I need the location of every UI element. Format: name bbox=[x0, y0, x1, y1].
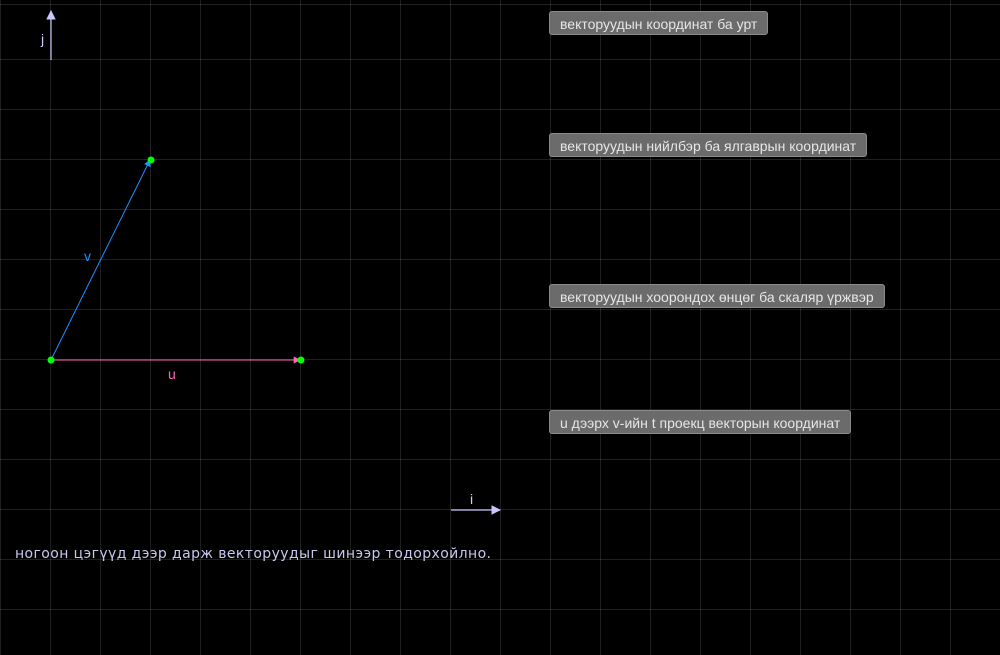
vector-v-label: v bbox=[84, 248, 91, 264]
j-axis-label: j bbox=[40, 31, 44, 47]
coord-length-button[interactable]: векторуудын координат ба урт bbox=[549, 11, 769, 35]
projection-button[interactable]: u дээрх v-ийн t проекц векторын координа… bbox=[549, 410, 852, 434]
vector-canvas[interactable]: j i u v векторуудын координат ба урт век… bbox=[0, 0, 1000, 655]
origin-point[interactable] bbox=[47, 356, 55, 364]
i-axis-label: i bbox=[470, 491, 473, 507]
angle-scalar-button[interactable]: векторуудын хоорондох өнцөг ба скаляр үр… bbox=[549, 284, 885, 308]
instruction-text: ногоон цэгүүд дээр дарж векторуудыг шинэ… bbox=[15, 546, 492, 562]
vector-v-line bbox=[50, 159, 151, 361]
vector-v-tip-handle[interactable] bbox=[147, 156, 155, 164]
vector-u-tip-handle[interactable] bbox=[297, 356, 305, 364]
sum-diff-button[interactable]: векторуудын нийлбэр ба ялгаврын координа… bbox=[549, 133, 868, 157]
vector-u-label: u bbox=[168, 366, 176, 382]
